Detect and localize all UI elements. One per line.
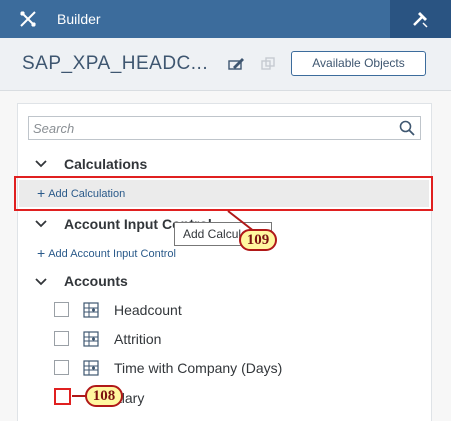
step-badge: 109 [239, 229, 277, 251]
annotation-connectors [72, 210, 256, 397]
step-badge: 108 [85, 385, 123, 407]
